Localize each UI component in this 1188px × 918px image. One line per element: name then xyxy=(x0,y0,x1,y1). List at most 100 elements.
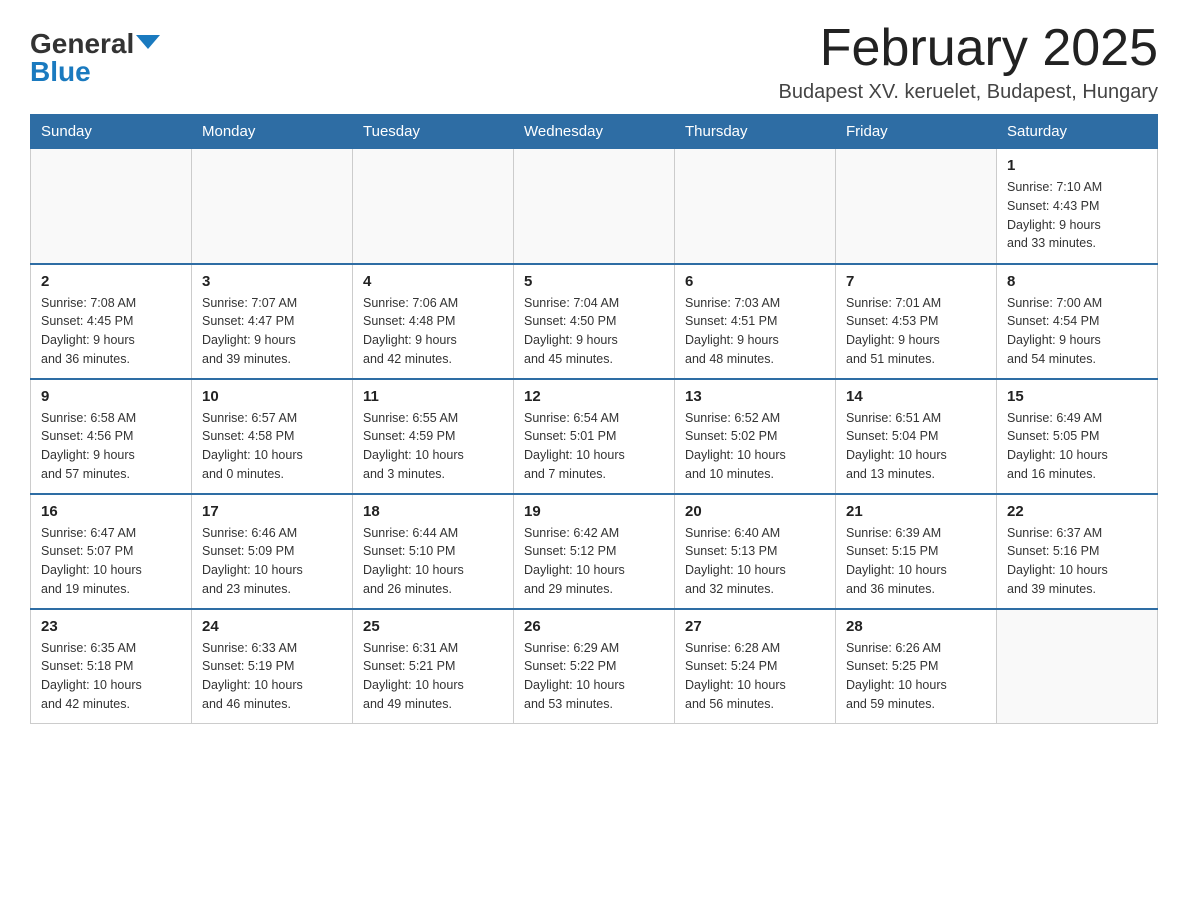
month-title: February 2025 xyxy=(778,20,1158,77)
calendar-cell: 26 Sunrise: 6:29 AM Sunset: 5:22 PM Dayli… xyxy=(514,609,675,724)
day-info: Sunrise: 6:51 AM Sunset: 5:04 PM Dayligh… xyxy=(846,409,986,484)
day-info: Sunrise: 6:35 AM Sunset: 5:18 PM Dayligh… xyxy=(41,639,181,714)
day-number: 6 xyxy=(685,273,825,290)
weekday-header-monday: Monday xyxy=(192,115,353,149)
calendar-cell: 24 Sunrise: 6:33 AM Sunset: 5:19 PM Dayli… xyxy=(192,609,353,724)
weekday-header-friday: Friday xyxy=(836,115,997,149)
day-number: 10 xyxy=(202,388,342,405)
calendar-cell: 2 Sunrise: 7:08 AM Sunset: 4:45 PM Daylig… xyxy=(31,264,192,379)
day-number: 4 xyxy=(363,273,503,290)
calendar-cell: 1 Sunrise: 7:10 AM Sunset: 4:43 PM Daylig… xyxy=(997,149,1158,264)
weekday-header-sunday: Sunday xyxy=(31,115,192,149)
calendar-table: SundayMondayTuesdayWednesdayThursdayFrid… xyxy=(30,114,1158,724)
calendar-cell xyxy=(514,149,675,264)
day-number: 3 xyxy=(202,273,342,290)
logo-general-text: General xyxy=(30,30,134,58)
day-number: 5 xyxy=(524,273,664,290)
calendar-cell xyxy=(997,609,1158,724)
day-info: Sunrise: 6:44 AM Sunset: 5:10 PM Dayligh… xyxy=(363,524,503,599)
calendar-cell: 17 Sunrise: 6:46 AM Sunset: 5:09 PM Dayli… xyxy=(192,494,353,609)
day-number: 23 xyxy=(41,618,181,635)
day-info: Sunrise: 6:26 AM Sunset: 5:25 PM Dayligh… xyxy=(846,639,986,714)
day-number: 15 xyxy=(1007,388,1147,405)
day-number: 12 xyxy=(524,388,664,405)
day-number: 9 xyxy=(41,388,181,405)
calendar-week-1: 1 Sunrise: 7:10 AM Sunset: 4:43 PM Daylig… xyxy=(31,149,1158,264)
day-info: Sunrise: 6:42 AM Sunset: 5:12 PM Dayligh… xyxy=(524,524,664,599)
calendar-cell xyxy=(353,149,514,264)
calendar-cell: 12 Sunrise: 6:54 AM Sunset: 5:01 PM Dayli… xyxy=(514,379,675,494)
calendar-cell xyxy=(675,149,836,264)
calendar-cell: 6 Sunrise: 7:03 AM Sunset: 4:51 PM Daylig… xyxy=(675,264,836,379)
calendar-cell: 3 Sunrise: 7:07 AM Sunset: 4:47 PM Daylig… xyxy=(192,264,353,379)
weekday-header-thursday: Thursday xyxy=(675,115,836,149)
calendar-week-2: 2 Sunrise: 7:08 AM Sunset: 4:45 PM Daylig… xyxy=(31,264,1158,379)
day-number: 28 xyxy=(846,618,986,635)
day-info: Sunrise: 6:28 AM Sunset: 5:24 PM Dayligh… xyxy=(685,639,825,714)
calendar-cell: 20 Sunrise: 6:40 AM Sunset: 5:13 PM Dayli… xyxy=(675,494,836,609)
day-info: Sunrise: 7:03 AM Sunset: 4:51 PM Dayligh… xyxy=(685,294,825,369)
calendar-week-3: 9 Sunrise: 6:58 AM Sunset: 4:56 PM Daylig… xyxy=(31,379,1158,494)
day-number: 2 xyxy=(41,273,181,290)
day-info: Sunrise: 6:33 AM Sunset: 5:19 PM Dayligh… xyxy=(202,639,342,714)
day-info: Sunrise: 6:54 AM Sunset: 5:01 PM Dayligh… xyxy=(524,409,664,484)
calendar-cell: 14 Sunrise: 6:51 AM Sunset: 5:04 PM Dayli… xyxy=(836,379,997,494)
day-number: 27 xyxy=(685,618,825,635)
calendar-cell: 10 Sunrise: 6:57 AM Sunset: 4:58 PM Dayli… xyxy=(192,379,353,494)
calendar-cell xyxy=(836,149,997,264)
day-info: Sunrise: 7:08 AM Sunset: 4:45 PM Dayligh… xyxy=(41,294,181,369)
day-info: Sunrise: 6:37 AM Sunset: 5:16 PM Dayligh… xyxy=(1007,524,1147,599)
day-number: 19 xyxy=(524,503,664,520)
calendar-cell: 21Sunrise: 6:39 AM Sunset: 5:15 PM Dayli… xyxy=(836,494,997,609)
day-number: 20 xyxy=(685,503,825,520)
day-number: 17 xyxy=(202,503,342,520)
calendar-cell: 9 Sunrise: 6:58 AM Sunset: 4:56 PM Daylig… xyxy=(31,379,192,494)
day-number: 14 xyxy=(846,388,986,405)
calendar-cell: 11 Sunrise: 6:55 AM Sunset: 4:59 PM Dayli… xyxy=(353,379,514,494)
calendar-cell xyxy=(31,149,192,264)
weekday-header-saturday: Saturday xyxy=(997,115,1158,149)
calendar-cell: 13 Sunrise: 6:52 AM Sunset: 5:02 PM Dayli… xyxy=(675,379,836,494)
calendar-cell: 22 Sunrise: 6:37 AM Sunset: 5:16 PM Dayli… xyxy=(997,494,1158,609)
calendar-cell: 5 Sunrise: 7:04 AM Sunset: 4:50 PM Daylig… xyxy=(514,264,675,379)
calendar-cell: 7 Sunrise: 7:01 AM Sunset: 4:53 PM Daylig… xyxy=(836,264,997,379)
day-info: Sunrise: 7:10 AM Sunset: 4:43 PM Dayligh… xyxy=(1007,178,1147,253)
day-info: Sunrise: 6:39 AM Sunset: 5:15 PM Dayligh… xyxy=(846,524,986,599)
weekday-header-tuesday: Tuesday xyxy=(353,115,514,149)
calendar-cell: 27 Sunrise: 6:28 AM Sunset: 5:24 PM Dayli… xyxy=(675,609,836,724)
day-info: Sunrise: 6:57 AM Sunset: 4:58 PM Dayligh… xyxy=(202,409,342,484)
day-number: 16 xyxy=(41,503,181,520)
calendar-cell: 8Sunrise: 7:00 AM Sunset: 4:54 PM Daylig… xyxy=(997,264,1158,379)
logo: General Blue xyxy=(30,30,160,86)
day-info: Sunrise: 7:06 AM Sunset: 4:48 PM Dayligh… xyxy=(363,294,503,369)
day-number: 7 xyxy=(846,273,986,290)
calendar-cell: 25Sunrise: 6:31 AM Sunset: 5:21 PM Dayli… xyxy=(353,609,514,724)
day-info: Sunrise: 7:01 AM Sunset: 4:53 PM Dayligh… xyxy=(846,294,986,369)
weekday-header-wednesday: Wednesday xyxy=(514,115,675,149)
title-block: February 2025 Budapest XV. keruelet, Bud… xyxy=(778,20,1158,104)
day-info: Sunrise: 6:29 AM Sunset: 5:22 PM Dayligh… xyxy=(524,639,664,714)
day-info: Sunrise: 6:40 AM Sunset: 5:13 PM Dayligh… xyxy=(685,524,825,599)
day-info: Sunrise: 7:07 AM Sunset: 4:47 PM Dayligh… xyxy=(202,294,342,369)
day-number: 24 xyxy=(202,618,342,635)
page-header: General Blue February 2025 Budapest XV. … xyxy=(30,20,1158,104)
day-info: Sunrise: 6:52 AM Sunset: 5:02 PM Dayligh… xyxy=(685,409,825,484)
day-number: 11 xyxy=(363,388,503,405)
day-number: 22 xyxy=(1007,503,1147,520)
location: Budapest XV. keruelet, Budapest, Hungary xyxy=(778,81,1158,104)
day-info: Sunrise: 6:46 AM Sunset: 5:09 PM Dayligh… xyxy=(202,524,342,599)
day-number: 1 xyxy=(1007,157,1147,174)
day-number: 25 xyxy=(363,618,503,635)
calendar-cell xyxy=(192,149,353,264)
day-number: 13 xyxy=(685,388,825,405)
calendar-cell: 15Sunrise: 6:49 AM Sunset: 5:05 PM Dayli… xyxy=(997,379,1158,494)
day-info: Sunrise: 6:55 AM Sunset: 4:59 PM Dayligh… xyxy=(363,409,503,484)
calendar-header-row: SundayMondayTuesdayWednesdayThursdayFrid… xyxy=(31,115,1158,149)
logo-triangle-icon xyxy=(136,35,160,49)
calendar-cell: 4 Sunrise: 7:06 AM Sunset: 4:48 PM Daylig… xyxy=(353,264,514,379)
day-info: Sunrise: 6:47 AM Sunset: 5:07 PM Dayligh… xyxy=(41,524,181,599)
day-info: Sunrise: 7:04 AM Sunset: 4:50 PM Dayligh… xyxy=(524,294,664,369)
calendar-cell: 18Sunrise: 6:44 AM Sunset: 5:10 PM Dayli… xyxy=(353,494,514,609)
day-number: 26 xyxy=(524,618,664,635)
day-info: Sunrise: 6:58 AM Sunset: 4:56 PM Dayligh… xyxy=(41,409,181,484)
